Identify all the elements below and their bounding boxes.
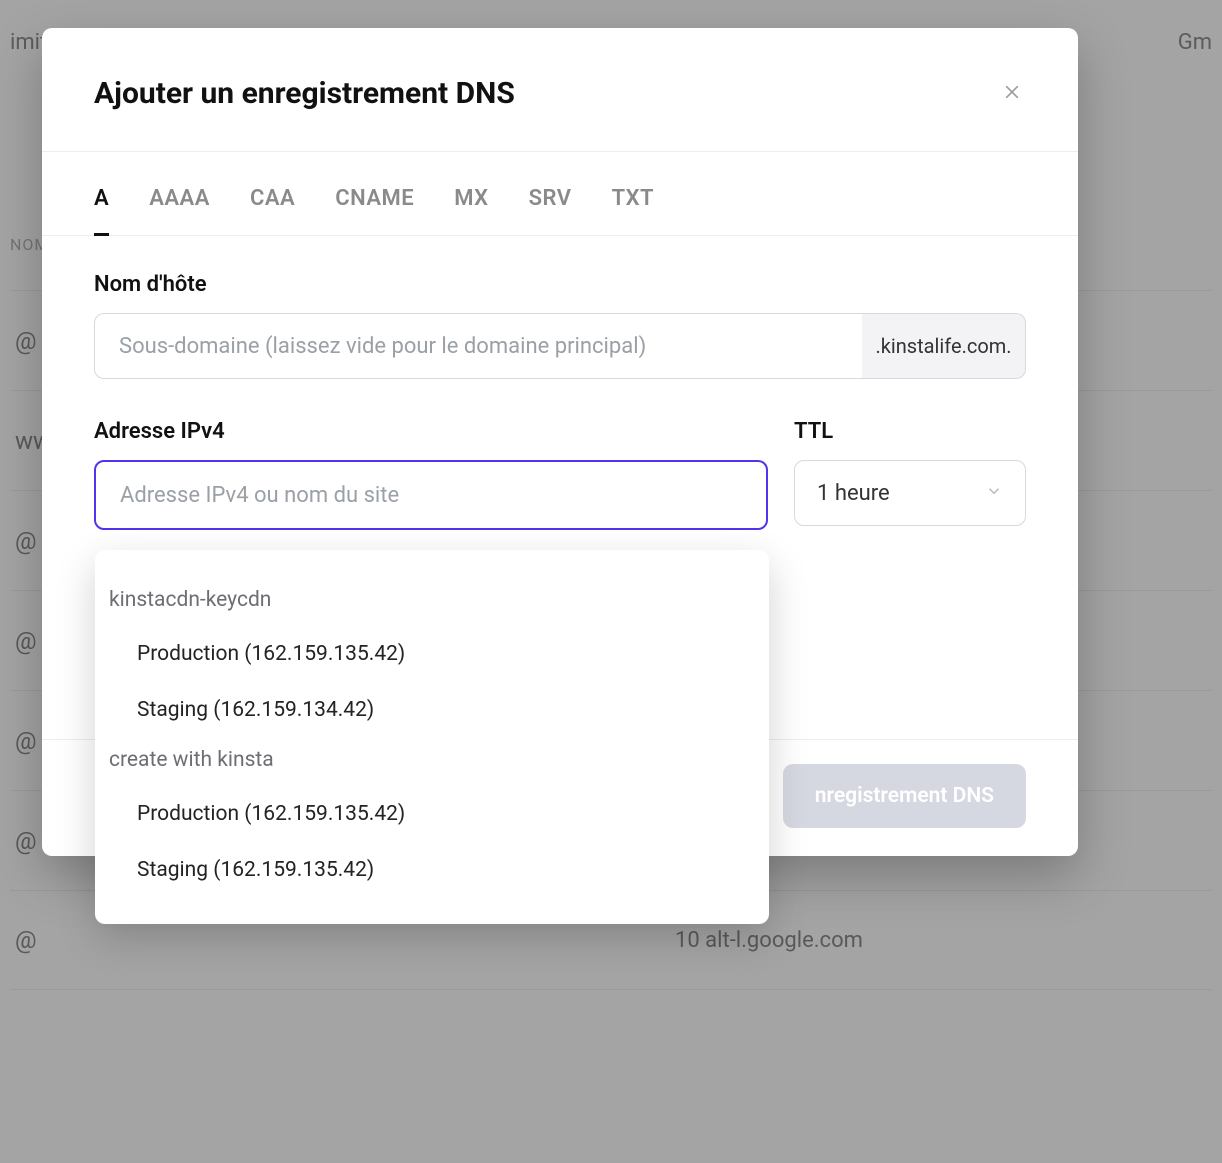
domain-suffix: .kinstalife.com.	[862, 313, 1026, 379]
ipv4-label: Adresse IPv4	[94, 419, 768, 444]
dropdown-group-title: kinstacdn-keycdn	[95, 578, 769, 626]
tab-txt[interactable]: TXT	[612, 186, 654, 235]
tab-mx[interactable]: MX	[454, 186, 488, 235]
tab-cname[interactable]: CNAME	[335, 186, 414, 235]
chevron-down-icon	[985, 481, 1003, 506]
submit-button[interactable]: nregistrement DNS	[783, 764, 1026, 828]
record-type-tabs: A AAAA CAA CNAME MX SRV TXT	[42, 152, 1078, 236]
dropdown-item[interactable]: Staging (162.159.135.42)	[95, 842, 769, 898]
ipv4-input[interactable]	[94, 460, 768, 530]
close-button[interactable]	[998, 80, 1026, 108]
hostname-input[interactable]	[94, 313, 862, 379]
close-icon	[1002, 82, 1022, 106]
dropdown-item[interactable]: Staging (162.159.134.42)	[95, 682, 769, 738]
dropdown-item[interactable]: Production (162.159.135.42)	[95, 786, 769, 842]
tab-caa[interactable]: CAA	[250, 186, 295, 235]
dropdown-group-title: create with kinsta	[95, 738, 769, 786]
ttl-selected-value: 1 heure	[817, 481, 890, 506]
form-body: Nom d'hôte .kinstalife.com. Adresse IPv4…	[42, 236, 1078, 530]
hostname-group: .kinstalife.com.	[94, 313, 1026, 379]
tab-aaaa[interactable]: AAAA	[149, 186, 210, 235]
dropdown-item[interactable]: Production (162.159.135.42)	[95, 626, 769, 682]
ttl-label: TTL	[794, 419, 1026, 444]
tab-srv[interactable]: SRV	[529, 186, 572, 235]
tab-a[interactable]: A	[94, 186, 109, 236]
ttl-select[interactable]: 1 heure	[794, 460, 1026, 526]
hostname-label: Nom d'hôte	[94, 272, 1026, 297]
modal-header: Ajouter un enregistrement DNS	[42, 28, 1078, 152]
ipv4-autocomplete-dropdown: kinstacdn-keycdn Production (162.159.135…	[95, 550, 769, 924]
modal-title: Ajouter un enregistrement DNS	[94, 76, 515, 111]
